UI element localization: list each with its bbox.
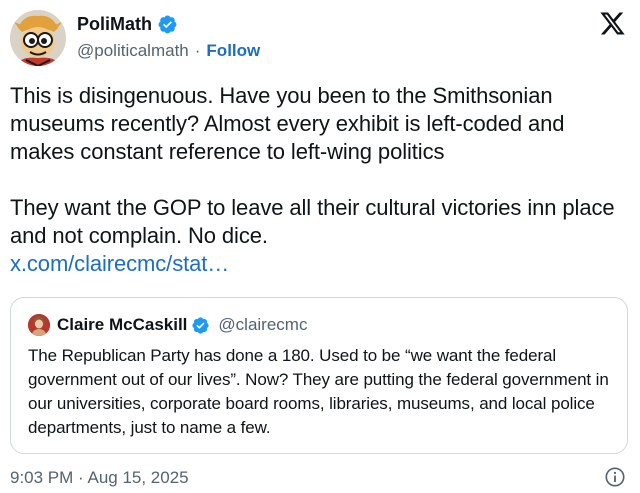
x-logo-icon[interactable] (599, 10, 626, 37)
author-handle-row: @politicalmath · Follow (77, 40, 260, 62)
separator-dot: · (194, 41, 201, 60)
tweet-paragraph: This is disingenuous. Have you been to t… (10, 83, 565, 164)
portrait-avatar-image (28, 314, 50, 336)
follow-button[interactable]: Follow (206, 40, 260, 62)
quoted-author-row: Claire McCaskill @clairecmc (57, 315, 307, 335)
tweet-timestamp[interactable]: 9:03 PM · Aug 15, 2025 (10, 467, 189, 489)
quoted-author-handle[interactable]: @clairecmc (218, 315, 307, 335)
author-display-name[interactable]: PoliMath (77, 13, 152, 35)
quoted-author-avatar[interactable] (28, 314, 50, 336)
verified-badge-icon (191, 316, 210, 335)
tweet-body: This is disingenuous. Have you been to t… (10, 82, 622, 278)
tweet-link[interactable]: x.com/clairecmc/stat… (10, 250, 622, 278)
tweet-paragraph: They want the GOP to leave all their cul… (10, 195, 615, 248)
quoted-tweet-text: The Republican Party has done a 180. Use… (28, 346, 609, 437)
info-icon[interactable] (604, 466, 626, 488)
quoted-tweet-card[interactable]: Claire McCaskill @clairecmc The Republic… (10, 297, 628, 454)
author-handle[interactable]: @politicalmath (77, 40, 189, 62)
cartoon-avatar-image (10, 10, 66, 66)
quoted-author-name[interactable]: Claire McCaskill (57, 315, 187, 335)
author-name-row: PoliMath (77, 13, 178, 35)
tweet-embed: PoliMath @politicalmath · Follow This is… (0, 0, 640, 493)
author-avatar[interactable] (10, 10, 66, 66)
verified-badge-icon (157, 14, 178, 35)
